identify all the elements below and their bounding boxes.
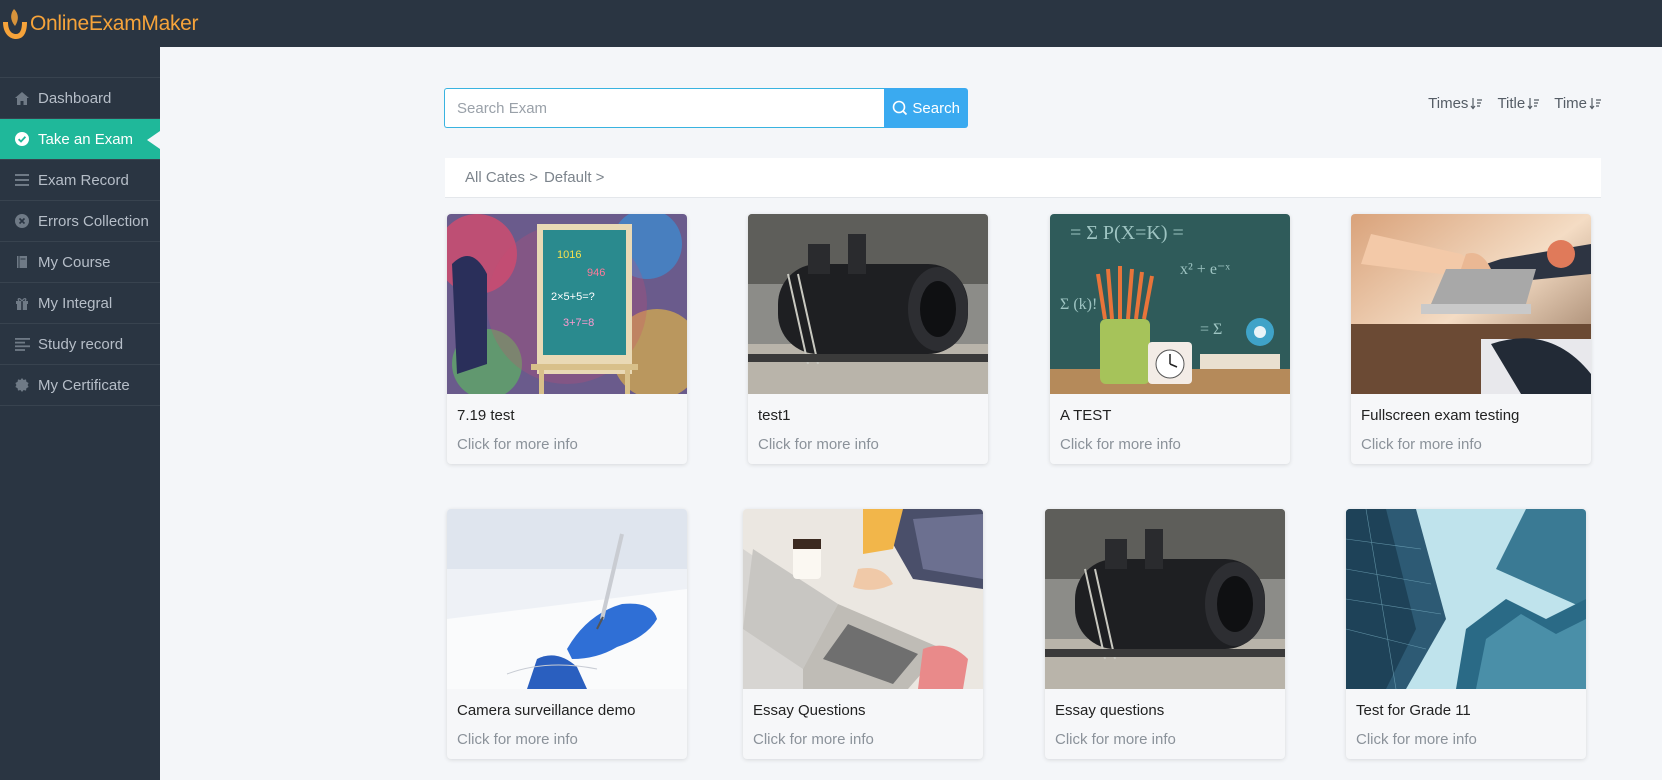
sidebar-item-label: Errors Collection: [38, 212, 149, 230]
sort-label: Time: [1554, 95, 1587, 112]
card-title: Essay questions: [1055, 702, 1165, 719]
exam-card[interactable]: 1016 946 2×5+5=? 3+7=8 7.19 test Click f…: [447, 214, 687, 464]
card-title: 7.19 test: [457, 407, 515, 424]
card-title: Test for Grade 11: [1356, 702, 1471, 719]
svg-text:2×5+5=?: 2×5+5=?: [551, 291, 595, 303]
exam-card[interactable]: Camera surveillance demo Click for more …: [447, 509, 687, 759]
exam-card[interactable]: Essay questions Click for more info: [1045, 509, 1285, 759]
sidebar: Dashboard Take an Exam Exam Record Error…: [0, 47, 160, 780]
sidebar-item-my-integral[interactable]: My Integral: [0, 283, 160, 324]
card-image-gloved-hand: [447, 509, 687, 689]
search-icon: [893, 100, 908, 116]
svg-text:= Σ: = Σ: [1200, 321, 1222, 338]
card-image-laptop-coffee: [743, 509, 983, 689]
svg-text:1016: 1016: [557, 249, 581, 261]
card-image-steam-engine: [1045, 509, 1285, 689]
card-title: A TEST: [1060, 407, 1112, 424]
sidebar-item-my-course[interactable]: My Course: [0, 242, 160, 283]
card-more-info[interactable]: Click for more info: [753, 731, 874, 748]
sidebar-item-study-record[interactable]: Study record: [0, 324, 160, 365]
sort-desc-icon: [1470, 98, 1483, 110]
exam-card[interactable]: Fullscreen exam testing Click for more i…: [1351, 214, 1591, 464]
sidebar-item-label: Study record: [38, 335, 124, 353]
book-icon: [14, 254, 30, 270]
sort-controls: Times Title Time: [1428, 95, 1602, 112]
search-bar: Search: [444, 88, 968, 128]
card-image-steam-engine: [748, 214, 988, 394]
exam-card[interactable]: = Σ P(X=K) = x² + e⁻ˣ Σ (k)! = Σ A TEST …: [1050, 214, 1290, 464]
exam-card[interactable]: Essay Questions Click for more info: [743, 509, 983, 759]
search-input[interactable]: [444, 88, 885, 128]
breadcrumb-default[interactable]: Default >: [544, 169, 604, 186]
sort-by-time[interactable]: Time: [1554, 95, 1602, 112]
sidebar-item-label: My Course: [38, 253, 111, 271]
sort-desc-icon: [1589, 98, 1601, 110]
check-circle-icon: [14, 131, 30, 147]
card-image-chalkboard: 1016 946 2×5+5=? 3+7=8: [447, 214, 687, 394]
sidebar-item-label: My Integral: [38, 294, 113, 312]
search-button-label: Search: [912, 99, 960, 117]
sidebar-item-exam-record[interactable]: Exam Record: [0, 160, 160, 201]
sidebar-item-label: Exam Record: [38, 171, 129, 189]
sidebar-item-errors-collection[interactable]: Errors Collection: [0, 201, 160, 242]
card-more-info[interactable]: Click for more info: [1055, 731, 1176, 748]
sort-label: Title: [1497, 95, 1526, 112]
x-circle-icon: [14, 213, 30, 229]
card-title: Essay Questions: [753, 702, 866, 719]
sidebar-item-label: Dashboard: [38, 89, 112, 107]
sidebar-menu: Dashboard Take an Exam Exam Record Error…: [0, 77, 160, 406]
sidebar-item-label: My Certificate: [38, 376, 130, 394]
svg-text:x² + e⁻ˣ: x² + e⁻ˣ: [1180, 261, 1230, 278]
sidebar-item-my-certificate[interactable]: My Certificate: [0, 365, 160, 406]
brand-name: OnlineExamMaker: [30, 12, 199, 35]
svg-text:3+7=8: 3+7=8: [563, 317, 594, 329]
search-button[interactable]: Search: [884, 88, 968, 128]
card-title: Fullscreen exam testing: [1361, 407, 1520, 424]
card-more-info[interactable]: Click for more info: [457, 731, 578, 748]
badge-icon: [14, 377, 30, 393]
home-icon: [14, 90, 30, 106]
sort-by-title[interactable]: Title: [1497, 95, 1540, 112]
svg-text:= Σ P(X=K) =: = Σ P(X=K) =: [1070, 222, 1184, 244]
breadcrumb: All Cates > Default >: [445, 158, 1601, 198]
sidebar-item-dashboard[interactable]: Dashboard: [0, 78, 160, 119]
exam-card[interactable]: test1 Click for more info: [748, 214, 988, 464]
card-title: Camera surveillance demo: [457, 702, 636, 719]
logo-icon: [3, 9, 27, 39]
sort-desc-icon: [1527, 98, 1540, 110]
list-icon: [14, 172, 30, 188]
align-left-icon: [14, 336, 30, 352]
card-more-info[interactable]: Click for more info: [1356, 731, 1477, 748]
card-more-info[interactable]: Click for more info: [1060, 436, 1181, 453]
card-title: test1: [758, 407, 791, 424]
card-image-pencils-clock: = Σ P(X=K) = x² + e⁻ˣ Σ (k)! = Σ: [1050, 214, 1290, 394]
top-bar: OnlineExamMaker: [0, 0, 1662, 47]
exam-card[interactable]: Test for Grade 11 Click for more info: [1346, 509, 1586, 759]
card-image-handshake: [1351, 214, 1591, 394]
svg-text:Σ (k)!: Σ (k)!: [1060, 296, 1097, 313]
sidebar-item-label: Take an Exam: [38, 130, 134, 148]
sidebar-item-take-an-exam[interactable]: Take an Exam: [0, 119, 160, 160]
sort-label: Times: [1428, 95, 1469, 112]
card-more-info[interactable]: Click for more info: [758, 436, 879, 453]
card-more-info[interactable]: Click for more info: [1361, 436, 1482, 453]
sort-by-times[interactable]: Times: [1428, 95, 1483, 112]
svg-text:946: 946: [587, 267, 605, 279]
card-more-info[interactable]: Click for more info: [457, 436, 578, 453]
gift-icon: [14, 295, 30, 311]
brand-logo[interactable]: OnlineExamMaker: [0, 6, 199, 42]
card-image-skyscrapers: [1346, 509, 1586, 689]
breadcrumb-all-cates[interactable]: All Cates >: [465, 169, 538, 186]
